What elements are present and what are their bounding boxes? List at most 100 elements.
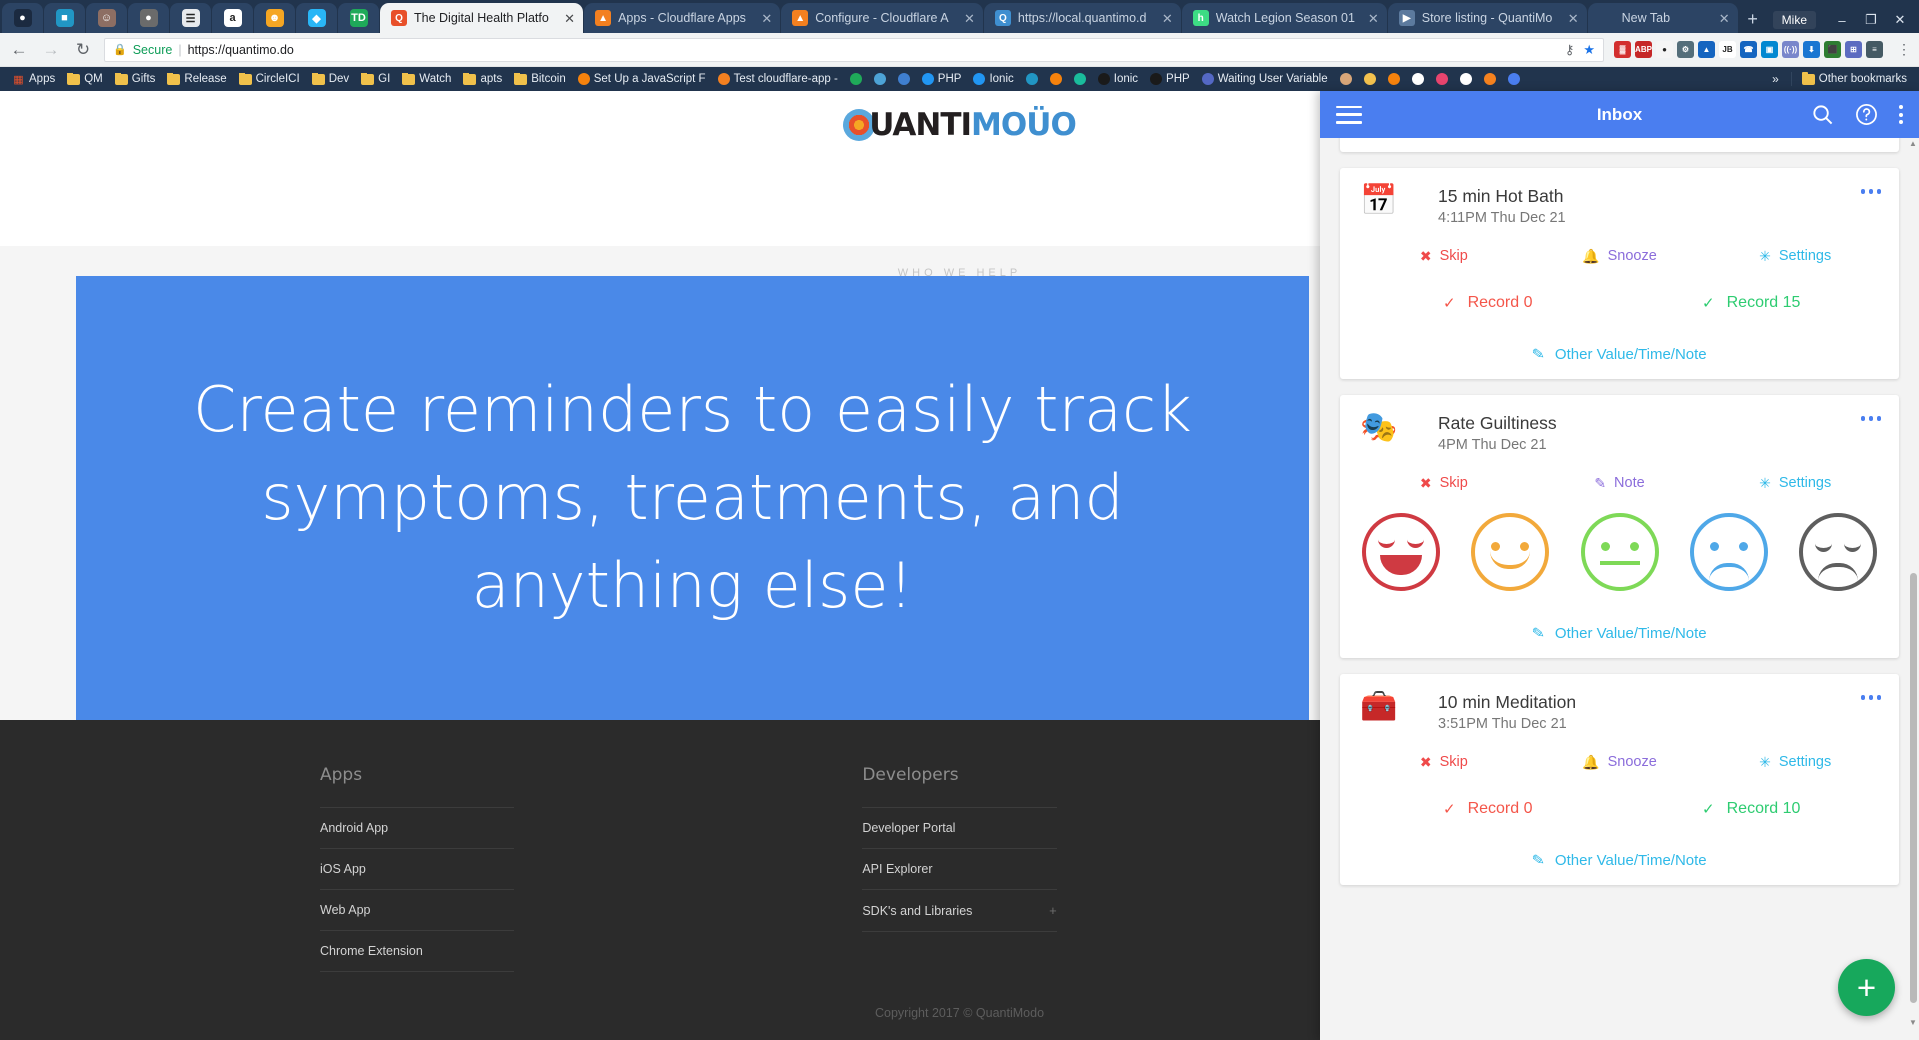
new-tab-button[interactable]: + bbox=[1739, 5, 1767, 33]
ext-download[interactable]: ⬇ bbox=[1803, 41, 1820, 58]
reminder-card-meditation[interactable]: 🧰 10 min Meditation 3:51PM Thu Dec 21 ✖ S… bbox=[1340, 674, 1899, 885]
bookmark-item-15[interactable]: Ionic bbox=[967, 73, 1019, 85]
bookmark-item-5[interactable]: GI bbox=[355, 73, 396, 85]
bookmark-item-29[interactable] bbox=[1502, 73, 1526, 85]
bookmark-item-18[interactable] bbox=[1068, 73, 1092, 85]
record-high-button[interactable]: ✓ Record 10 bbox=[1620, 800, 1884, 818]
bookmark-item-23[interactable] bbox=[1358, 73, 1382, 85]
bookmarks-overflow-button[interactable]: » bbox=[1764, 72, 1787, 86]
inbox-scrollbar[interactable]: ▲ ▼ bbox=[1909, 139, 1917, 1027]
other-value-button[interactable]: ✎ Other Value/Time/Note bbox=[1356, 345, 1883, 364]
pin-tab-1[interactable]: ● bbox=[2, 3, 43, 33]
ext-adblock-plus[interactable]: ABP bbox=[1635, 41, 1652, 58]
bookmark-item-27[interactable] bbox=[1454, 73, 1478, 85]
reminder-card-rate-guiltiness[interactable]: 🎭 Rate Guiltiness 4PM Thu Dec 21 ✖ Skip ✎… bbox=[1340, 395, 1899, 658]
footer-link[interactable]: Web App bbox=[320, 889, 515, 930]
help-icon[interactable] bbox=[1855, 103, 1878, 126]
bookmark-item-11[interactable] bbox=[844, 73, 868, 85]
footer-link[interactable]: Android App bbox=[320, 807, 515, 848]
footer-link[interactable]: Developer Portal bbox=[862, 807, 1057, 848]
action-note-button[interactable]: ✎ Note bbox=[1532, 475, 1708, 491]
key-icon[interactable]: ⚷ bbox=[1565, 42, 1575, 58]
bookmark-item-28[interactable] bbox=[1478, 73, 1502, 85]
other-value-button[interactable]: ✎ Other Value/Time/Note bbox=[1356, 851, 1883, 870]
bookmark-item-9[interactable]: Set Up a JavaScript F bbox=[572, 73, 712, 85]
footer-link[interactable]: SDK's and Libraries + bbox=[862, 889, 1057, 932]
tab-close-icon[interactable]: ✕ bbox=[964, 12, 975, 25]
card-partial-top[interactable] bbox=[1340, 138, 1899, 152]
add-reminder-fab[interactable]: + bbox=[1838, 959, 1895, 1016]
action-skip-button[interactable]: ✖ Skip bbox=[1356, 754, 1532, 770]
inbox-card-list[interactable]: 📅 15 min Hot Bath 4:11PM Thu Dec 21 ✖ Ski… bbox=[1320, 138, 1919, 1040]
footer-link[interactable]: iOS App bbox=[320, 848, 515, 889]
bookmark-item-4[interactable]: Dev bbox=[306, 73, 355, 85]
pin-tab-7[interactable]: ◆ bbox=[296, 3, 337, 33]
ext-screen[interactable]: ▣ bbox=[1761, 41, 1778, 58]
address-bar[interactable]: 🔒 Secure | https://quantimo.do ⚷ ★ bbox=[104, 37, 1604, 62]
scrollbar-thumb[interactable] bbox=[1910, 573, 1917, 1003]
profile-name[interactable]: Mike bbox=[1772, 11, 1816, 29]
bookmark-item-10[interactable]: Test cloudflare-app - bbox=[712, 73, 844, 85]
record-low-button[interactable]: ✓ Record 0 bbox=[1356, 294, 1620, 312]
tab-4[interactable]: h Watch Legion Season 01 ✕ bbox=[1181, 3, 1387, 33]
face-rating-1[interactable] bbox=[1362, 513, 1440, 591]
bookmark-item-16[interactable] bbox=[1020, 73, 1044, 85]
action-skip-button[interactable]: ✖ Skip bbox=[1356, 248, 1532, 264]
tab-6[interactable]: New Tab ✕ bbox=[1587, 3, 1738, 33]
action-settings-button[interactable]: ✳ Settings bbox=[1707, 248, 1883, 264]
tab-close-icon[interactable]: ✕ bbox=[1368, 12, 1379, 25]
ext-jetbrains[interactable]: JB bbox=[1719, 41, 1736, 58]
chrome-menu-button[interactable]: ⋮ bbox=[1893, 41, 1911, 58]
tab-close-icon[interactable]: ✕ bbox=[761, 12, 772, 25]
tab-3[interactable]: Qhttps://local.quantimo.d ✕ bbox=[983, 3, 1181, 33]
bookmark-item-0[interactable]: QM bbox=[61, 73, 109, 85]
quantimodo-logo[interactable]: UANTIMOÜO bbox=[843, 106, 1077, 144]
forward-button[interactable]: → bbox=[40, 40, 62, 60]
ext-bottle[interactable]: ⬛ bbox=[1824, 41, 1841, 58]
bookmark-item-26[interactable] bbox=[1430, 73, 1454, 85]
tab-close-icon[interactable]: ✕ bbox=[1568, 12, 1579, 25]
action-snooze-button[interactable]: 🔔 Snooze bbox=[1532, 754, 1708, 770]
pin-tab-5[interactable]: ☰ bbox=[170, 3, 211, 33]
bookmark-star-icon[interactable]: ★ bbox=[1583, 42, 1595, 58]
bookmark-item-14[interactable]: PHP bbox=[916, 73, 968, 85]
bookmark-item-12[interactable] bbox=[868, 73, 892, 85]
footer-link[interactable]: Chrome Extension bbox=[320, 930, 515, 972]
action-settings-button[interactable]: ✳ Settings bbox=[1707, 475, 1883, 491]
hamburger-icon[interactable] bbox=[1336, 105, 1362, 124]
action-snooze-button[interactable]: 🔔 Snooze bbox=[1532, 248, 1708, 264]
bookmark-item-2[interactable]: Release bbox=[161, 73, 232, 85]
ext-lines[interactable]: ≡ bbox=[1866, 41, 1883, 58]
reminder-card-hot-bath[interactable]: 📅 15 min Hot Bath 4:11PM Thu Dec 21 ✖ Ski… bbox=[1340, 168, 1899, 379]
bookmark-item-8[interactable]: Bitcoin bbox=[508, 73, 572, 85]
bookmark-item-22[interactable] bbox=[1334, 73, 1358, 85]
tab-2[interactable]: ▲ Configure - Cloudflare A ✕ bbox=[781, 3, 983, 33]
tab-close-icon[interactable]: ✕ bbox=[1719, 12, 1730, 25]
ext-gear[interactable]: ⚙ bbox=[1677, 41, 1694, 58]
pin-tab-4[interactable]: ● bbox=[128, 3, 169, 33]
bookmark-item-17[interactable] bbox=[1044, 73, 1068, 85]
bookmark-item-7[interactable]: apts bbox=[457, 73, 508, 85]
tab-1[interactable]: ▲ Apps - Cloudflare Apps ✕ bbox=[584, 3, 781, 33]
footer-link-expand-icon[interactable]: + bbox=[1049, 903, 1057, 918]
face-rating-4[interactable] bbox=[1689, 513, 1768, 591]
maximize-button[interactable]: ❐ bbox=[1858, 12, 1884, 28]
action-settings-button[interactable]: ✳ Settings bbox=[1707, 754, 1883, 770]
bookmark-item-19[interactable]: Ionic bbox=[1092, 73, 1144, 85]
card-overflow-menu[interactable] bbox=[1860, 695, 1881, 700]
reload-button[interactable]: ↻ bbox=[72, 40, 94, 60]
face-rating-3[interactable] bbox=[1580, 513, 1659, 591]
ext-triangle[interactable]: ▲ bbox=[1698, 41, 1715, 58]
bookmark-item-21[interactable]: Waiting User Variable bbox=[1196, 73, 1334, 85]
back-button[interactable]: ← bbox=[8, 40, 30, 60]
bookmark-apps[interactable]: ▦ Apps bbox=[6, 73, 61, 86]
action-skip-button[interactable]: ✖ Skip bbox=[1356, 475, 1532, 491]
bookmark-item-24[interactable] bbox=[1382, 73, 1406, 85]
bookmark-item-1[interactable]: Gifts bbox=[109, 73, 162, 85]
tab-close-icon[interactable]: ✕ bbox=[1162, 12, 1173, 25]
ext-grid[interactable]: ⊞ bbox=[1845, 41, 1862, 58]
bookmark-item-13[interactable] bbox=[892, 73, 916, 85]
ext-chrome-circle[interactable]: ● bbox=[1656, 41, 1673, 58]
face-rating-5[interactable] bbox=[1799, 513, 1877, 591]
ext-wave[interactable]: ((·)) bbox=[1782, 41, 1799, 58]
